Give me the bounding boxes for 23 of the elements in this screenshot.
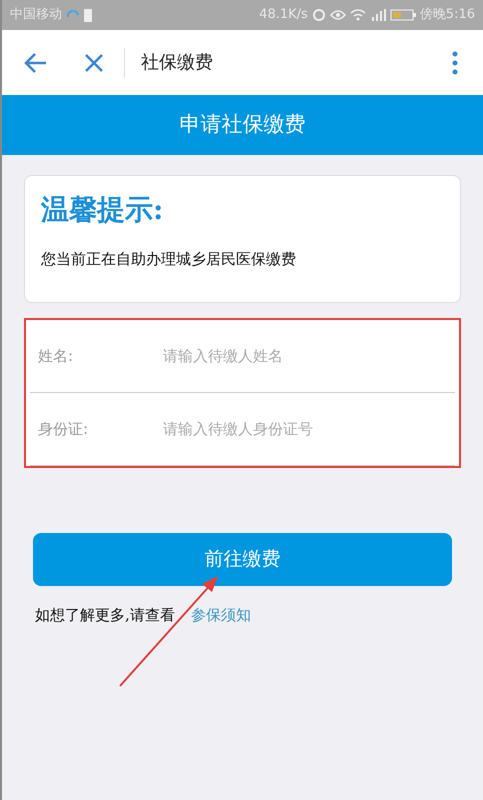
more-icon (452, 50, 458, 74)
guide-link[interactable]: 参保须知 (190, 604, 251, 626)
wifi-icon (350, 9, 366, 21)
field-label: 姓名: (38, 346, 74, 367)
notice-text: 您当前正在自助办理城乡居民医保缴费 (41, 249, 297, 270)
battery-icon (84, 8, 92, 22)
close-icon (84, 52, 104, 72)
signal-icon (370, 9, 386, 21)
banner-title: 申请社保缴费 (180, 111, 306, 138)
back-arrow-icon (24, 52, 48, 74)
field-label: 身份证: (38, 418, 90, 440)
info-text: 如想了解更多,请查看 (35, 605, 175, 626)
eye-icon (330, 9, 346, 21)
notice-heading: 温馨提示: (41, 196, 164, 224)
page-title: 社保缴费 (141, 51, 213, 75)
clock-time: 傍晚5:16 (420, 6, 475, 24)
input-field[interactable]: 请输入待缴人姓名 (163, 344, 455, 368)
network-speed: 48.1K/s (259, 6, 308, 24)
carrier-name: 中国移动 (10, 6, 62, 24)
battery-icon (390, 9, 416, 21)
input-field[interactable]: 请输入待缴人身份证号 (163, 418, 455, 440)
alarm-icon (312, 8, 326, 22)
submit-button[interactable]: 前往缴费 (33, 533, 452, 586)
